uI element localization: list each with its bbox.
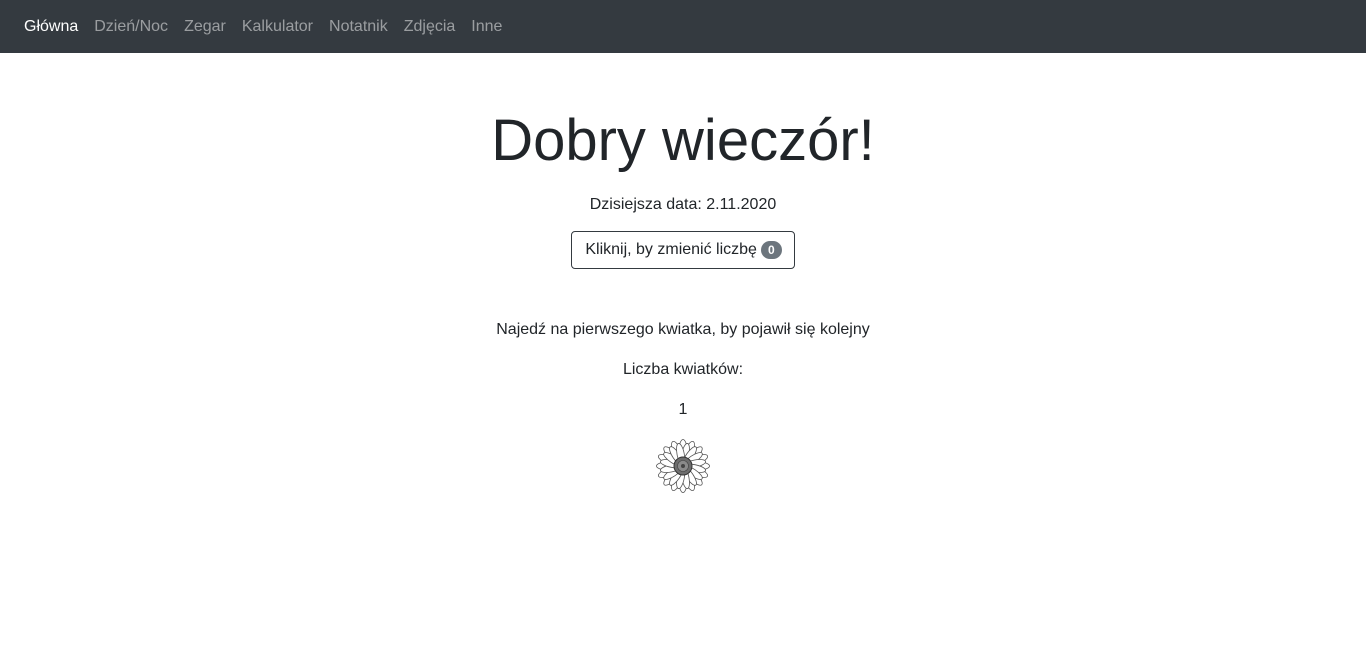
top-navbar: Główna Dzień/Noc Zegar Kalkulator Notatn…: [0, 0, 1366, 53]
greeting-heading: Dobry wieczór!: [491, 108, 875, 173]
flower-count-label: Liczba kwiatków:: [622, 361, 744, 378]
flower-count-value: 1: [678, 401, 688, 418]
daisy-flower-icon[interactable]: [653, 436, 713, 496]
change-number-button-label: Kliknij, by zmienić liczbę: [585, 241, 757, 258]
main-content: Dobry wieczór! Dzisiejsza data: 2.11.202…: [0, 53, 1366, 496]
nav-item-dzien-noc[interactable]: Dzień/Noc: [86, 18, 176, 36]
nav-item-zegar[interactable]: Zegar: [176, 18, 234, 36]
nav-item-inne[interactable]: Inne: [463, 18, 510, 36]
counter-badge: 0: [760, 241, 782, 259]
change-number-button[interactable]: Kliknij, by zmienić liczbę 0: [571, 231, 795, 269]
button-wrapper: Kliknij, by zmienić liczbę 0: [0, 231, 1366, 269]
flower-area: [0, 436, 1366, 496]
nav-item-notatnik[interactable]: Notatnik: [321, 18, 396, 36]
date-text: Dzisiejsza data: 2.11.2020: [589, 196, 777, 213]
hover-hint-text: Najedź na pierwszego kwiatka, by pojawił…: [496, 321, 870, 338]
nav-item-zdjecia[interactable]: Zdjęcia: [396, 18, 464, 36]
nav-item-glowna[interactable]: Główna: [16, 18, 86, 36]
nav-item-kalkulator[interactable]: Kalkulator: [234, 18, 321, 36]
